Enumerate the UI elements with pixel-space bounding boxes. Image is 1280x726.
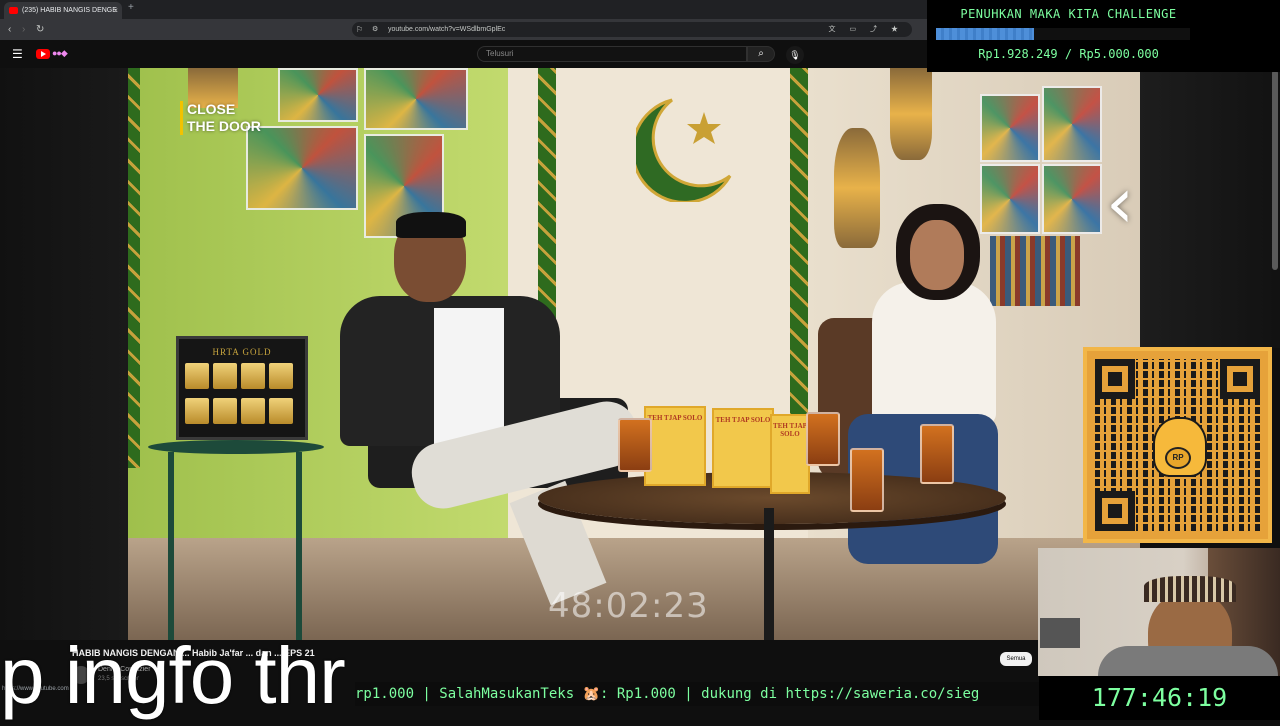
mosaic-tile xyxy=(1042,164,1102,234)
search-input[interactable]: Telusuri xyxy=(477,46,747,62)
gold-bar xyxy=(213,363,237,389)
challenge-progress-track xyxy=(936,28,1190,40)
sponsor-gold-display: HRTA GOLD xyxy=(176,336,308,440)
youtube-favicon-icon xyxy=(9,7,18,14)
address-bar[interactable]: ⚐ ⚙ youtube.com/watch?v=WSdlbmGplEc 文 ▭ … xyxy=(352,22,912,37)
qr-pattern: RP xyxy=(1095,359,1260,531)
gold-bar xyxy=(269,398,293,424)
iced-tea-glass xyxy=(618,418,652,472)
crescent-moon-ornament xyxy=(636,98,732,202)
iced-tea-glass xyxy=(920,424,954,484)
hamburger-menu-icon[interactable]: ☰ xyxy=(12,47,23,61)
mosaic-tile xyxy=(364,68,468,130)
qr-finder xyxy=(1220,359,1260,399)
gold-bar xyxy=(185,363,209,389)
tab-title: (235) HABIB NANGIS DENGE xyxy=(22,7,117,14)
table-leg xyxy=(168,452,174,640)
arch-ornament xyxy=(128,68,140,468)
show-logo-line1: CLOSE xyxy=(187,101,236,117)
iced-tea-glass xyxy=(806,412,840,466)
mosaic-tile xyxy=(246,126,358,210)
video-player[interactable]: HRTA GOLD TEH TJAP SOLO TEH TJAP SOLO TE… xyxy=(128,68,1140,640)
challenge-progress-fill xyxy=(936,28,1034,40)
chevron-left-icon: ‹ xyxy=(1106,162,1134,244)
product-pack: TEH TJAP SOLO xyxy=(644,406,706,486)
qr-finder xyxy=(1095,491,1135,531)
iced-tea-glass xyxy=(850,448,884,512)
right-margin xyxy=(1140,68,1280,348)
bookmark-icon[interactable]: ⚐ xyxy=(356,22,363,37)
site-info-icon[interactable]: ⚙ xyxy=(372,22,378,37)
product-pack: TEH TJAP SOLO xyxy=(712,408,774,488)
streamer-webcam xyxy=(1038,548,1280,676)
bookshelf xyxy=(990,236,1080,306)
gold-bar xyxy=(213,398,237,424)
host-hair xyxy=(396,212,466,238)
gold-bar xyxy=(241,363,265,389)
show-logo: CLOSE THE DOOR xyxy=(180,101,261,135)
new-tab-button[interactable]: + xyxy=(128,2,134,13)
forward-button[interactable]: › xyxy=(22,19,25,40)
qr-finder xyxy=(1095,359,1135,399)
streamer-shirt xyxy=(1098,646,1278,676)
gold-bar xyxy=(241,398,265,424)
browser-tab[interactable]: (235) HABIB NANGIS DENGE × xyxy=(4,2,122,19)
stream-clock: 177:46:19 xyxy=(1039,676,1280,720)
guest-face xyxy=(910,220,964,290)
mosaic-tile xyxy=(980,164,1040,234)
show-logo-line2: THE DOOR xyxy=(187,118,261,134)
desk-items xyxy=(1040,618,1080,648)
stream-caption: p ingfo thr xyxy=(0,631,346,720)
search-icon[interactable]: ⌕ xyxy=(747,46,775,62)
mosaic-tile xyxy=(980,94,1040,162)
table-leg xyxy=(296,452,302,640)
donation-ticker: rp1.000 | SalahMasukanTeks 🐹: Rp1.000 | … xyxy=(355,682,1039,706)
tab-close-icon[interactable]: × xyxy=(113,2,118,19)
mosaic-tile xyxy=(1042,86,1102,162)
url-text: youtube.com/watch?v=WSdlbmGplEc xyxy=(388,26,506,33)
streamer-cap xyxy=(1144,576,1236,602)
challenge-title: PENUHKAN MAKA KITA CHALLENGE xyxy=(960,7,1177,21)
microphone-icon[interactable]: 🎙 xyxy=(786,46,804,64)
product-pack: TEH TJAP SOLO xyxy=(770,414,810,494)
host-shirt xyxy=(434,308,504,448)
rp-badge: RP xyxy=(1165,447,1191,469)
lantern xyxy=(834,128,880,248)
video-timestamp-overlay: 48:02:23 xyxy=(548,586,709,626)
left-margin xyxy=(0,68,128,640)
donation-qr-code: RP xyxy=(1083,347,1272,543)
arch-ornament xyxy=(790,68,808,468)
gold-bar xyxy=(269,363,293,389)
challenge-widget: PENUHKAN MAKA KITA CHALLENGE Rp1.928.249… xyxy=(927,0,1280,72)
lantern xyxy=(890,68,932,160)
mosaic-tile xyxy=(278,68,358,122)
youtube-doodle-icon[interactable]: ●●◆ xyxy=(52,48,80,60)
filter-chip-all[interactable]: Semua xyxy=(1000,652,1032,666)
table-leg xyxy=(764,508,774,640)
sponsor-logo: HRTA GOLD xyxy=(212,347,272,357)
back-button[interactable]: ‹ xyxy=(8,19,11,40)
extension-icons[interactable]: 文 ▭ ⤴ ★ xyxy=(829,22,904,37)
gold-bar xyxy=(185,398,209,424)
reload-button[interactable]: ↻ xyxy=(36,19,44,40)
challenge-amount: Rp1.928.249 / Rp5.000.000 xyxy=(978,47,1159,61)
youtube-logo-icon[interactable] xyxy=(36,49,50,59)
guest-blouse xyxy=(872,282,996,424)
page-scrollbar[interactable] xyxy=(1272,70,1278,270)
